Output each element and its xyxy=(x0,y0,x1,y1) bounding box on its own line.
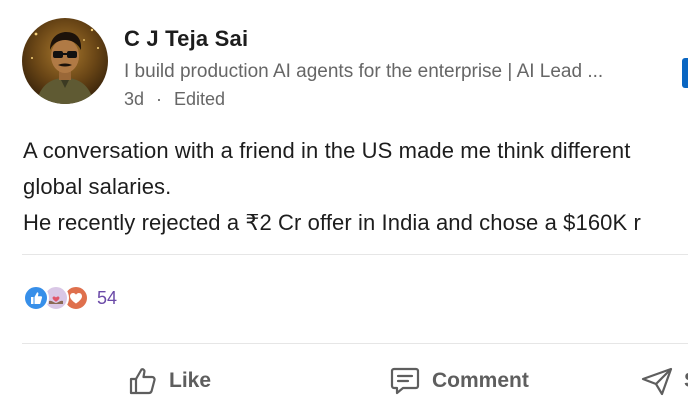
reaction-count[interactable]: 54 xyxy=(97,288,117,309)
comment-button[interactable]: Comment xyxy=(388,362,529,400)
comment-icon xyxy=(390,367,420,395)
reactions-summary[interactable]: 54 xyxy=(23,285,117,311)
avatar-image xyxy=(22,18,108,104)
send-label: S xyxy=(684,369,688,393)
divider xyxy=(22,343,688,344)
author-name[interactable]: C J Teja Sai xyxy=(124,26,248,52)
post-text-line: global salaries. xyxy=(23,174,172,199)
meta-separator: · xyxy=(156,89,163,109)
send-icon xyxy=(641,367,673,396)
comment-label: Comment xyxy=(432,369,529,392)
post-meta: 3d · Edited xyxy=(124,89,225,110)
follow-button-edge[interactable] xyxy=(682,58,688,88)
like-icon xyxy=(23,285,49,311)
divider xyxy=(22,254,688,255)
send-button[interactable]: S xyxy=(640,362,688,400)
like-label: Like xyxy=(169,369,212,392)
post-text: A conversation with a friend in the US m… xyxy=(23,133,688,241)
thumbs-up-icon xyxy=(129,368,156,395)
author-headline: I build production AI agents for the ent… xyxy=(124,61,604,82)
post-timestamp: 3d xyxy=(124,89,145,109)
post-text-line: A conversation with a friend in the US m… xyxy=(23,138,631,163)
post-text-line: He recently rejected a ₹2 Cr offer in In… xyxy=(23,210,641,235)
author-avatar[interactable] xyxy=(22,18,108,104)
edited-label: Edited xyxy=(174,89,226,109)
post-card: C J Teja Sai I build production AI agent… xyxy=(0,0,688,416)
like-button[interactable]: Like xyxy=(127,362,211,400)
